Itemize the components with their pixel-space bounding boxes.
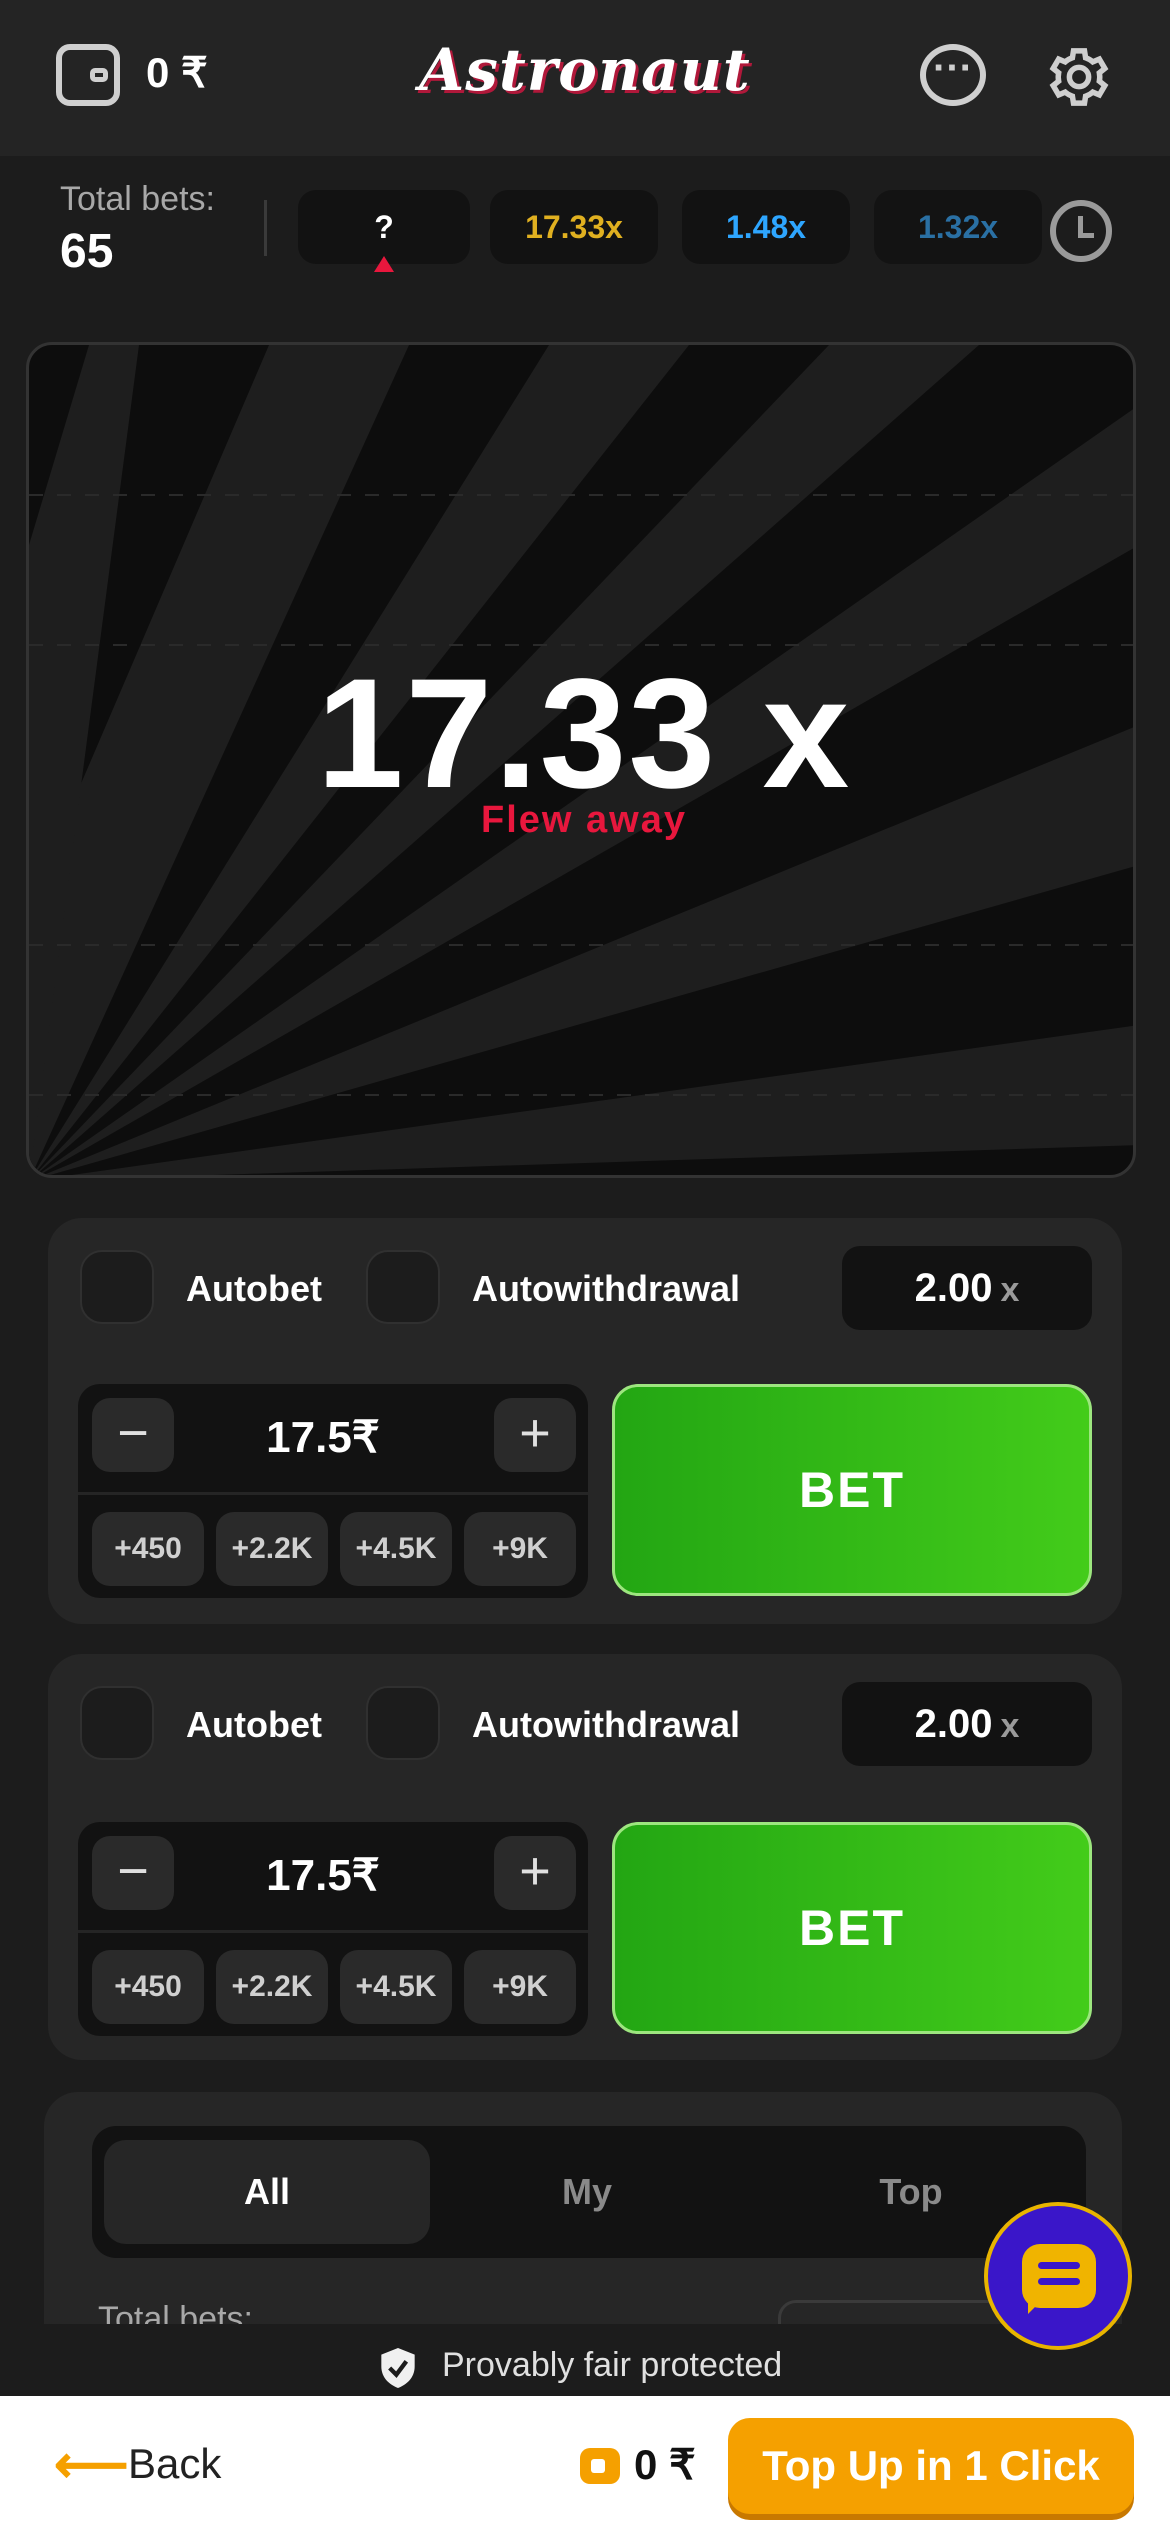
autowithdrawal-label: Autowithdrawal xyxy=(472,1268,740,1309)
game-canvas: 17.33 x Flew away xyxy=(26,342,1136,1178)
back-arrow-icon[interactable]: ⟵ xyxy=(54,2439,129,2491)
clock-icon[interactable] xyxy=(1050,200,1112,262)
divider xyxy=(264,200,267,256)
current-round-chip[interactable]: ? xyxy=(298,190,470,264)
bottom-balance: 0 ₹ xyxy=(634,2441,696,2488)
crash-multiplier: 17.33 x xyxy=(316,647,852,821)
decrease-stake-button[interactable]: − xyxy=(92,1398,174,1472)
total-bets-label: Total bets: xyxy=(60,180,215,218)
message-icon-tail xyxy=(1028,2300,1042,2314)
quick-stake-button[interactable]: +9K xyxy=(464,1512,576,1586)
stake-amount[interactable]: 17.5₹ xyxy=(198,1412,448,1463)
decrease-stake-button[interactable]: − xyxy=(92,1836,174,1910)
shield-check-icon xyxy=(381,2348,415,2388)
topup-button[interactable]: Top Up in 1 Click xyxy=(728,2418,1134,2514)
increase-stake-button[interactable]: + xyxy=(494,1836,576,1910)
app-logo: Astronaut xyxy=(419,36,751,104)
gear-icon[interactable] xyxy=(1046,44,1112,110)
bet-button[interactable]: BET xyxy=(612,1822,1092,2034)
flew-away-status: Flew away xyxy=(481,799,687,841)
tab-all[interactable]: All xyxy=(104,2140,430,2244)
tab-my[interactable]: My xyxy=(424,2140,750,2244)
quick-stake-button[interactable]: +4.5K xyxy=(340,1512,452,1586)
autobet-checkbox[interactable] xyxy=(80,1686,154,1760)
autowithdrawal-odds-input[interactable]: 2.00 x xyxy=(842,1246,1092,1330)
stake-separator xyxy=(78,1930,588,1933)
quick-stake-button[interactable]: +4.5K xyxy=(340,1950,452,2024)
chat-icon[interactable]: ··· xyxy=(920,44,986,106)
quick-stake-button[interactable]: +450 xyxy=(92,1512,204,1586)
autowithdrawal-checkbox[interactable] xyxy=(366,1686,440,1760)
back-button[interactable]: Back xyxy=(128,2440,221,2488)
autobet-label: Autobet xyxy=(186,1704,322,1745)
support-chat-button[interactable] xyxy=(984,2202,1132,2350)
quick-stake-button[interactable]: +2.2K xyxy=(216,1512,328,1586)
autowithdrawal-checkbox[interactable] xyxy=(366,1250,440,1324)
quick-stake-button[interactable]: +9K xyxy=(464,1950,576,2024)
total-bets-value: 65 xyxy=(60,225,114,278)
history-chip[interactable]: 1.48x xyxy=(682,190,850,264)
provably-fair-text[interactable]: Provably fair protected xyxy=(442,2346,782,2385)
coin-icon xyxy=(580,2448,620,2484)
history-chip[interactable]: 1.32x xyxy=(874,190,1042,264)
quick-stake-button[interactable]: +2.2K xyxy=(216,1950,328,2024)
autobet-label: Autobet xyxy=(186,1268,322,1309)
current-round-marker xyxy=(374,256,394,272)
quick-stake-button[interactable]: +450 xyxy=(92,1950,204,2024)
increase-stake-button[interactable]: + xyxy=(494,1398,576,1472)
stake-separator xyxy=(78,1492,588,1495)
message-icon xyxy=(1022,2244,1096,2308)
stake-amount[interactable]: 17.5₹ xyxy=(198,1850,448,1901)
bet-button[interactable]: BET xyxy=(612,1384,1092,1596)
autowithdrawal-label: Autowithdrawal xyxy=(472,1704,740,1745)
history-chip[interactable]: 17.33x xyxy=(490,190,658,264)
autobet-checkbox[interactable] xyxy=(80,1250,154,1324)
autowithdrawal-odds-input[interactable]: 2.00 x xyxy=(842,1682,1092,1766)
